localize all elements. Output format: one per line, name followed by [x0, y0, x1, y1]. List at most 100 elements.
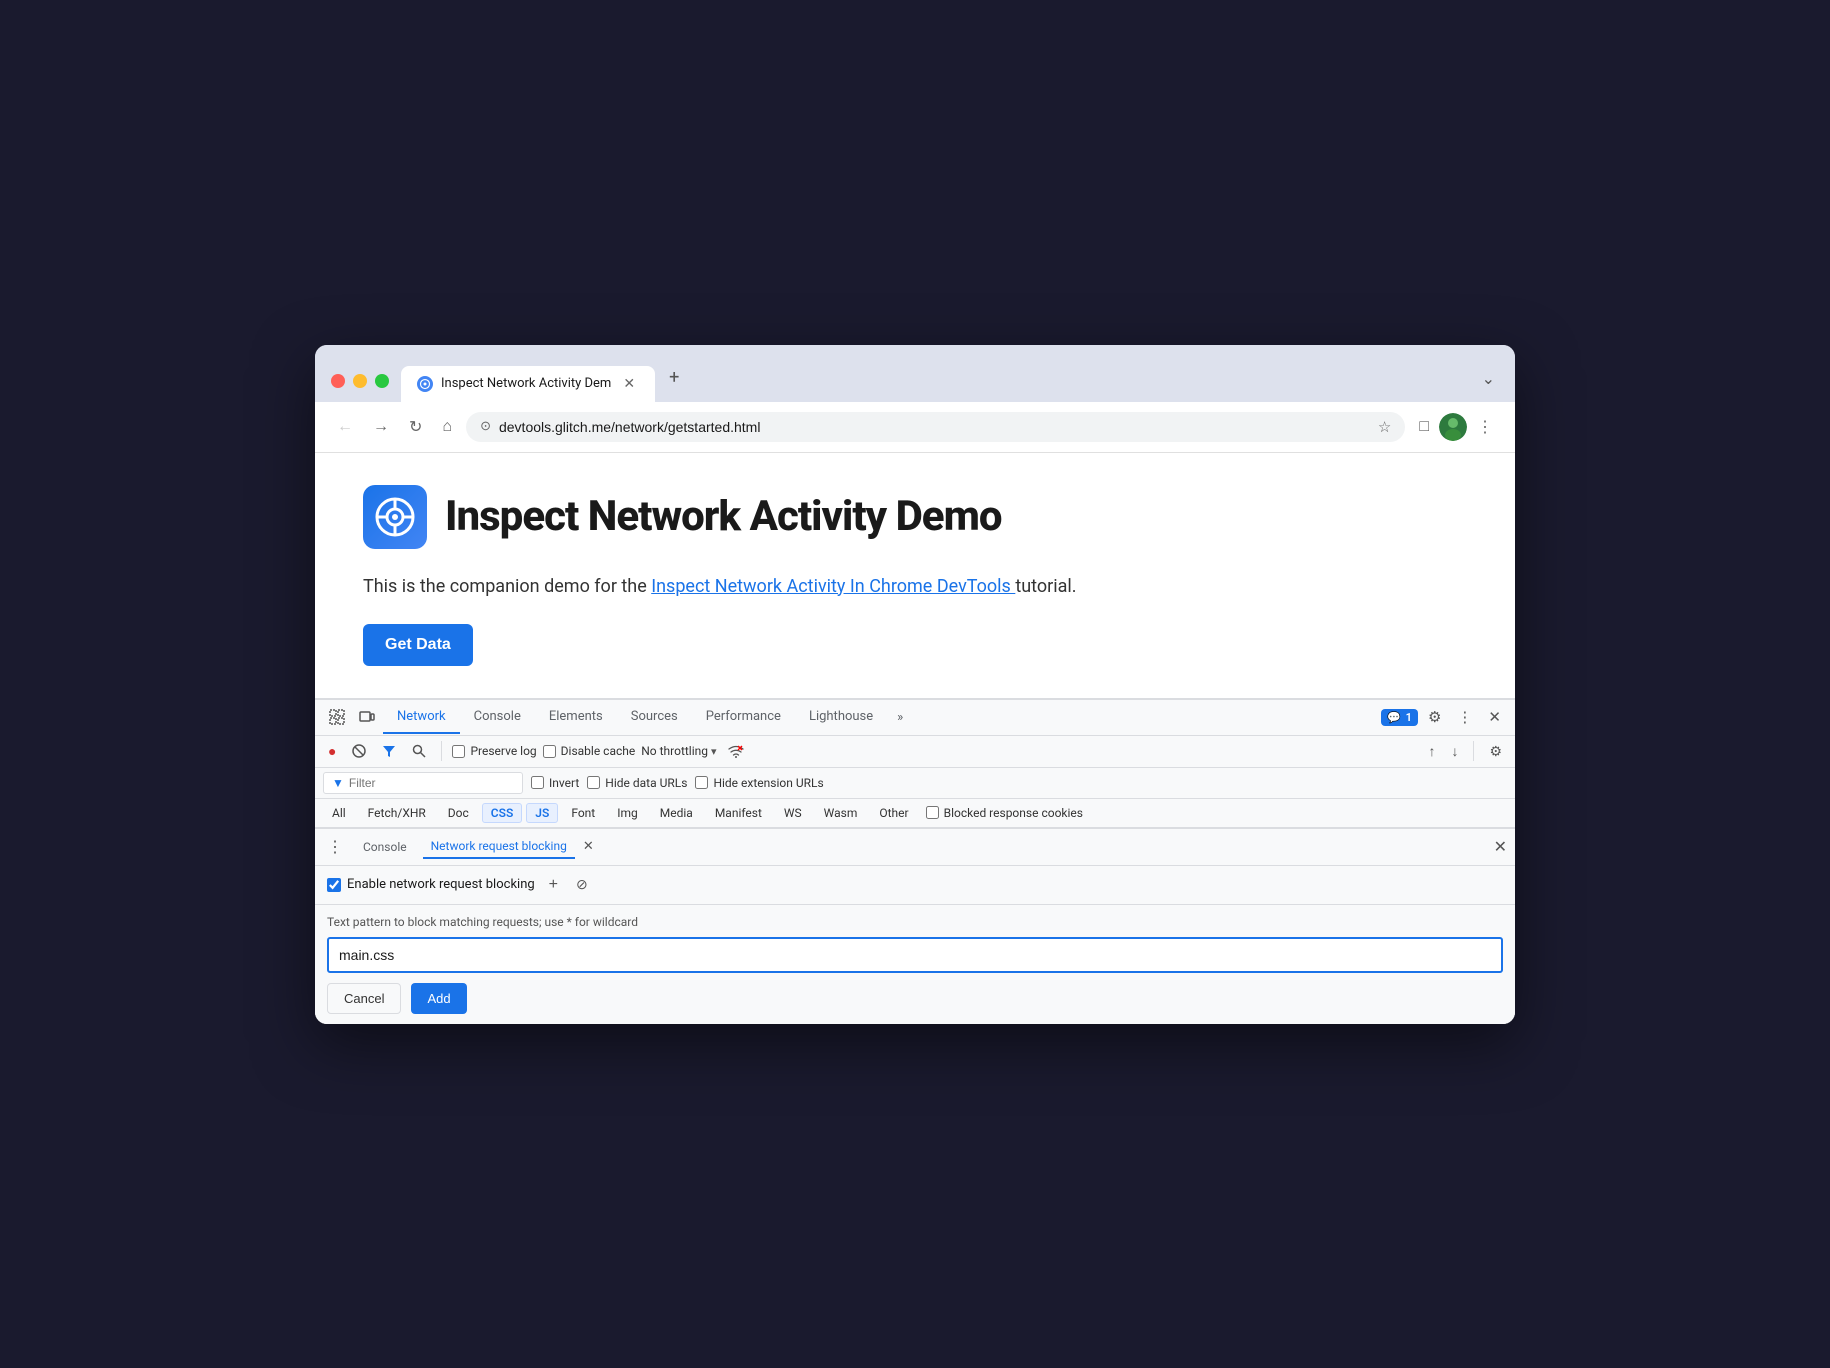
network-settings-button[interactable]: ⚙ [1484, 740, 1507, 763]
block-pattern-description: Text pattern to block matching requests;… [327, 915, 1503, 929]
forward-button[interactable]: → [367, 414, 395, 440]
active-tab[interactable]: Inspect Network Activity Dem ✕ [401, 366, 655, 402]
extensions-button[interactable]: □ [1413, 414, 1435, 440]
filter-chip-other[interactable]: Other [870, 803, 917, 823]
invert-input[interactable] [531, 776, 544, 789]
panel-menu-button[interactable]: ⋮ [323, 835, 347, 859]
new-tab-button[interactable]: + [655, 359, 693, 402]
more-tabs-button[interactable]: » [887, 702, 913, 733]
preserve-log-checkbox[interactable]: Preserve log [452, 744, 536, 758]
wifi-emulation-button[interactable] [723, 741, 749, 761]
disable-cache-label: Disable cache [561, 744, 636, 758]
throttle-control[interactable]: No throttling ▾ [641, 744, 716, 758]
badge-icon: 💬 [1387, 711, 1401, 724]
blocked-cookies-checkbox[interactable]: Blocked response cookies [926, 806, 1083, 820]
blocked-cookies-input[interactable] [926, 806, 939, 819]
filter-chip-font[interactable]: Font [562, 803, 604, 823]
chrome-menu-button[interactable]: ⋮ [1471, 413, 1499, 441]
hide-data-urls-input[interactable] [587, 776, 600, 789]
add-pattern-button[interactable]: + [543, 874, 564, 896]
filter-chip-ws[interactable]: WS [775, 803, 811, 823]
tab-sources[interactable]: Sources [617, 701, 692, 734]
filter-chip-doc[interactable]: Doc [439, 803, 478, 823]
tab-list-button[interactable]: ⌄ [1482, 369, 1499, 402]
blocking-tab-close[interactable]: ✕ [583, 839, 594, 854]
page-description: This is the companion demo for the Inspe… [363, 573, 1467, 600]
title-bar: Inspect Network Activity Dem ✕ + ⌄ [315, 345, 1515, 402]
address-bar[interactable]: ⊙ ☆ [466, 412, 1405, 442]
hide-extension-urls-checkbox[interactable]: Hide extension URLs [695, 776, 823, 790]
cancel-pattern-button[interactable]: Cancel [327, 983, 401, 1014]
element-picker-button[interactable] [323, 705, 351, 729]
description-suffix: tutorial. [1015, 576, 1076, 597]
filter-chip-js[interactable]: JS [526, 803, 558, 823]
filter-chip-manifest[interactable]: Manifest [706, 803, 771, 823]
filter-chip-wasm[interactable]: Wasm [815, 803, 867, 823]
devtools-panel: Network Console Elements Sources Perform… [315, 698, 1515, 1024]
enable-blocking-section: Enable network request blocking + ⊘ [315, 866, 1515, 905]
clear-network-button[interactable] [347, 741, 371, 761]
clear-patterns-button[interactable]: ⊘ [572, 874, 592, 895]
search-button[interactable] [407, 741, 431, 761]
bottom-panel-close[interactable]: ✕ [1494, 837, 1507, 857]
tab-close-button[interactable]: ✕ [619, 374, 639, 394]
console-panel-tab[interactable]: Console [355, 836, 415, 858]
import-button[interactable]: ↑ [1423, 740, 1440, 762]
export-button[interactable]: ↓ [1446, 740, 1463, 762]
minimize-traffic-light[interactable] [353, 374, 367, 388]
profile-avatar[interactable] [1439, 413, 1467, 441]
add-blocking-button[interactable]: Add [411, 983, 466, 1014]
devtools-settings-button[interactable]: ⚙ [1422, 704, 1447, 730]
bookmark-icon[interactable]: ☆ [1378, 418, 1391, 436]
filter-chip-fetchxhr[interactable]: Fetch/XHR [359, 803, 435, 823]
tab-performance[interactable]: Performance [692, 701, 795, 734]
network-toolbar-right: ↑ ↓ ⚙ [1423, 740, 1507, 763]
block-pattern-section: Text pattern to block matching requests;… [315, 905, 1515, 1024]
maximize-traffic-light[interactable] [375, 374, 389, 388]
toolbar-separator-1 [441, 741, 442, 761]
tab-console[interactable]: Console [460, 701, 535, 734]
disable-cache-checkbox[interactable]: Disable cache [543, 744, 636, 758]
back-button[interactable]: ← [331, 414, 359, 440]
get-data-button[interactable]: Get Data [363, 624, 473, 666]
preserve-log-label: Preserve log [470, 744, 536, 758]
tab-network[interactable]: Network [383, 701, 460, 734]
block-pattern-buttons: Cancel Add [327, 983, 1503, 1014]
hide-data-urls-checkbox[interactable]: Hide data URLs [587, 776, 687, 790]
bottom-panel-header: ⋮ Console Network request blocking ✕ ✕ [315, 829, 1515, 866]
filter-chip-css[interactable]: CSS [482, 803, 523, 823]
filter-chip-all[interactable]: All [323, 803, 355, 823]
devtools-close-button[interactable]: ✕ [1482, 704, 1507, 730]
tutorial-link[interactable]: Inspect Network Activity In Chrome DevTo… [651, 576, 1015, 597]
page-header: Inspect Network Activity Demo [363, 485, 1467, 549]
enable-blocking-checkbox[interactable]: Enable network request blocking [327, 877, 535, 892]
address-input[interactable] [499, 419, 1370, 435]
close-traffic-light[interactable] [331, 374, 345, 388]
tab-lighthouse[interactable]: Lighthouse [795, 701, 887, 734]
filter-toggle-button[interactable] [377, 741, 401, 761]
page-title: Inspect Network Activity Demo [445, 492, 1002, 541]
device-toolbar-button[interactable] [353, 705, 381, 729]
badge-count: 1 [1406, 711, 1412, 724]
filter-chip-img[interactable]: Img [608, 803, 647, 823]
invert-checkbox[interactable]: Invert [531, 776, 579, 790]
devtools-more-button[interactable]: ⋮ [1451, 704, 1478, 730]
record-button[interactable]: ● [323, 740, 341, 762]
preserve-log-input[interactable] [452, 745, 465, 758]
reload-button[interactable]: ↻ [403, 413, 428, 441]
enable-blocking-input[interactable] [327, 878, 341, 892]
invert-label: Invert [549, 776, 579, 790]
home-button[interactable]: ⌂ [436, 414, 458, 440]
block-pattern-input[interactable] [327, 937, 1503, 973]
blocking-panel-tab[interactable]: Network request blocking [423, 835, 575, 859]
notification-badge: 💬 1 [1381, 709, 1418, 726]
filter-input[interactable] [349, 776, 509, 790]
page-content: Inspect Network Activity Demo This is th… [315, 453, 1515, 698]
browser-window: Inspect Network Activity Dem ✕ + ⌄ ← → ↻… [315, 345, 1515, 1024]
filter-chip-media[interactable]: Media [651, 803, 702, 823]
hide-extension-urls-input[interactable] [695, 776, 708, 789]
nav-actions: □ ⋮ [1413, 413, 1499, 441]
tab-elements[interactable]: Elements [535, 701, 617, 734]
devtools-logo [363, 485, 427, 549]
disable-cache-input[interactable] [543, 745, 556, 758]
